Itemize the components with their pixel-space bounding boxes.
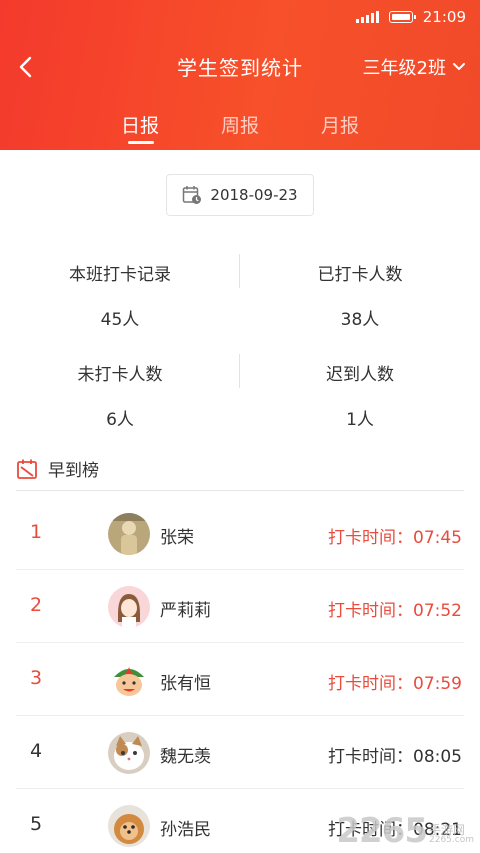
- signal-icon: [355, 11, 379, 23]
- list-item[interactable]: 4 魏无羡 打卡时间：08:05: [0, 716, 480, 789]
- checkin-time: 打卡时间：07:52: [328, 601, 462, 621]
- stat-value: 1人: [346, 410, 374, 430]
- stat-label: 迟到人数: [326, 365, 394, 385]
- list-item[interactable]: 2 严莉莉 打卡时间：07:52: [0, 570, 480, 643]
- watermark-text-en: 2265.com: [429, 835, 474, 845]
- avatar: [108, 659, 150, 701]
- date-picker[interactable]: 2018-09-23: [166, 174, 314, 216]
- student-name: 严莉莉: [160, 601, 211, 621]
- watermark-text: 手游网 2265.com: [429, 824, 474, 851]
- stat-not-checked-in: 未打卡人数 6人: [0, 340, 240, 440]
- stat-label: 已打卡人数: [317, 265, 403, 285]
- class-selector[interactable]: 三年级2班: [363, 54, 466, 80]
- student-name: 张有恒: [160, 674, 211, 694]
- avatar: [108, 732, 150, 774]
- rank-number: 3: [30, 667, 43, 689]
- checkin-time: 打卡时间：07:45: [328, 528, 462, 548]
- avatar: [108, 586, 150, 628]
- tab-monthly[interactable]: 月报: [290, 108, 390, 150]
- stat-value: 6人: [106, 410, 134, 430]
- tab-weekly[interactable]: 周报: [190, 108, 290, 150]
- list-item[interactable]: 1 张荣 打卡时间：07:45: [0, 497, 480, 570]
- status-bar: 21:09: [355, 6, 466, 28]
- checkin-time: 打卡时间：07:59: [328, 674, 462, 694]
- avatar: [108, 805, 150, 847]
- stats-row: 未打卡人数 6人 迟到人数 1人: [0, 340, 480, 440]
- stats-row: 本班打卡记录 45人 已打卡人数 38人: [0, 240, 480, 340]
- header-bar: 21:09 学生签到统计 三年级2班 日报 周报 月报: [0, 0, 480, 150]
- watermark-logo: 2265 手游网 2265.com: [336, 811, 474, 851]
- divider: [16, 490, 464, 491]
- student-name: 孙浩民: [160, 820, 211, 840]
- stats-panel: 本班打卡记录 45人 已打卡人数 38人 未打卡人数 6人 迟到人数 1人: [0, 240, 480, 440]
- stat-label: 未打卡人数: [77, 365, 163, 385]
- student-name: 魏无羡: [160, 747, 211, 767]
- stat-value: 45人: [100, 310, 140, 330]
- battery-icon: [388, 11, 416, 23]
- date-value: 2018-09-23: [210, 186, 298, 204]
- stat-late: 迟到人数 1人: [240, 340, 480, 440]
- stat-value: 38人: [340, 310, 380, 330]
- stat-label: 本班打卡记录: [69, 265, 171, 285]
- stat-checked-in: 已打卡人数 38人: [240, 240, 480, 340]
- rank-number: 1: [30, 521, 43, 543]
- list-item[interactable]: 3 张有恒 打卡时间：07:59: [0, 643, 480, 716]
- class-selector-label: 三年级2班: [362, 58, 446, 79]
- calendar-check-icon: [17, 459, 37, 479]
- tab-daily[interactable]: 日报: [90, 108, 190, 150]
- stat-class-records: 本班打卡记录 45人: [0, 240, 240, 340]
- chevron-down-icon: [453, 63, 465, 70]
- rank-number: 2: [30, 594, 43, 616]
- report-tabs: 日报 周报 月报: [0, 108, 480, 150]
- ranking-list: 1 张荣 打卡时间：07:45 2 严莉莉 打卡时间：07:52 3 张有恒 打…: [0, 497, 480, 853]
- watermark-number: 2265: [336, 811, 428, 851]
- rank-number: 5: [30, 813, 43, 835]
- stat-divider: [239, 354, 240, 388]
- calendar-icon: [183, 186, 202, 204]
- status-time: 21:09: [422, 8, 466, 26]
- avatar: [108, 513, 150, 555]
- checkin-time: 打卡时间：08:05: [328, 747, 462, 767]
- rank-number: 4: [30, 740, 43, 762]
- student-name: 张荣: [160, 528, 194, 548]
- ranking-header: 早到榜: [16, 456, 99, 481]
- stat-divider: [239, 254, 240, 288]
- ranking-title: 早到榜: [48, 461, 99, 481]
